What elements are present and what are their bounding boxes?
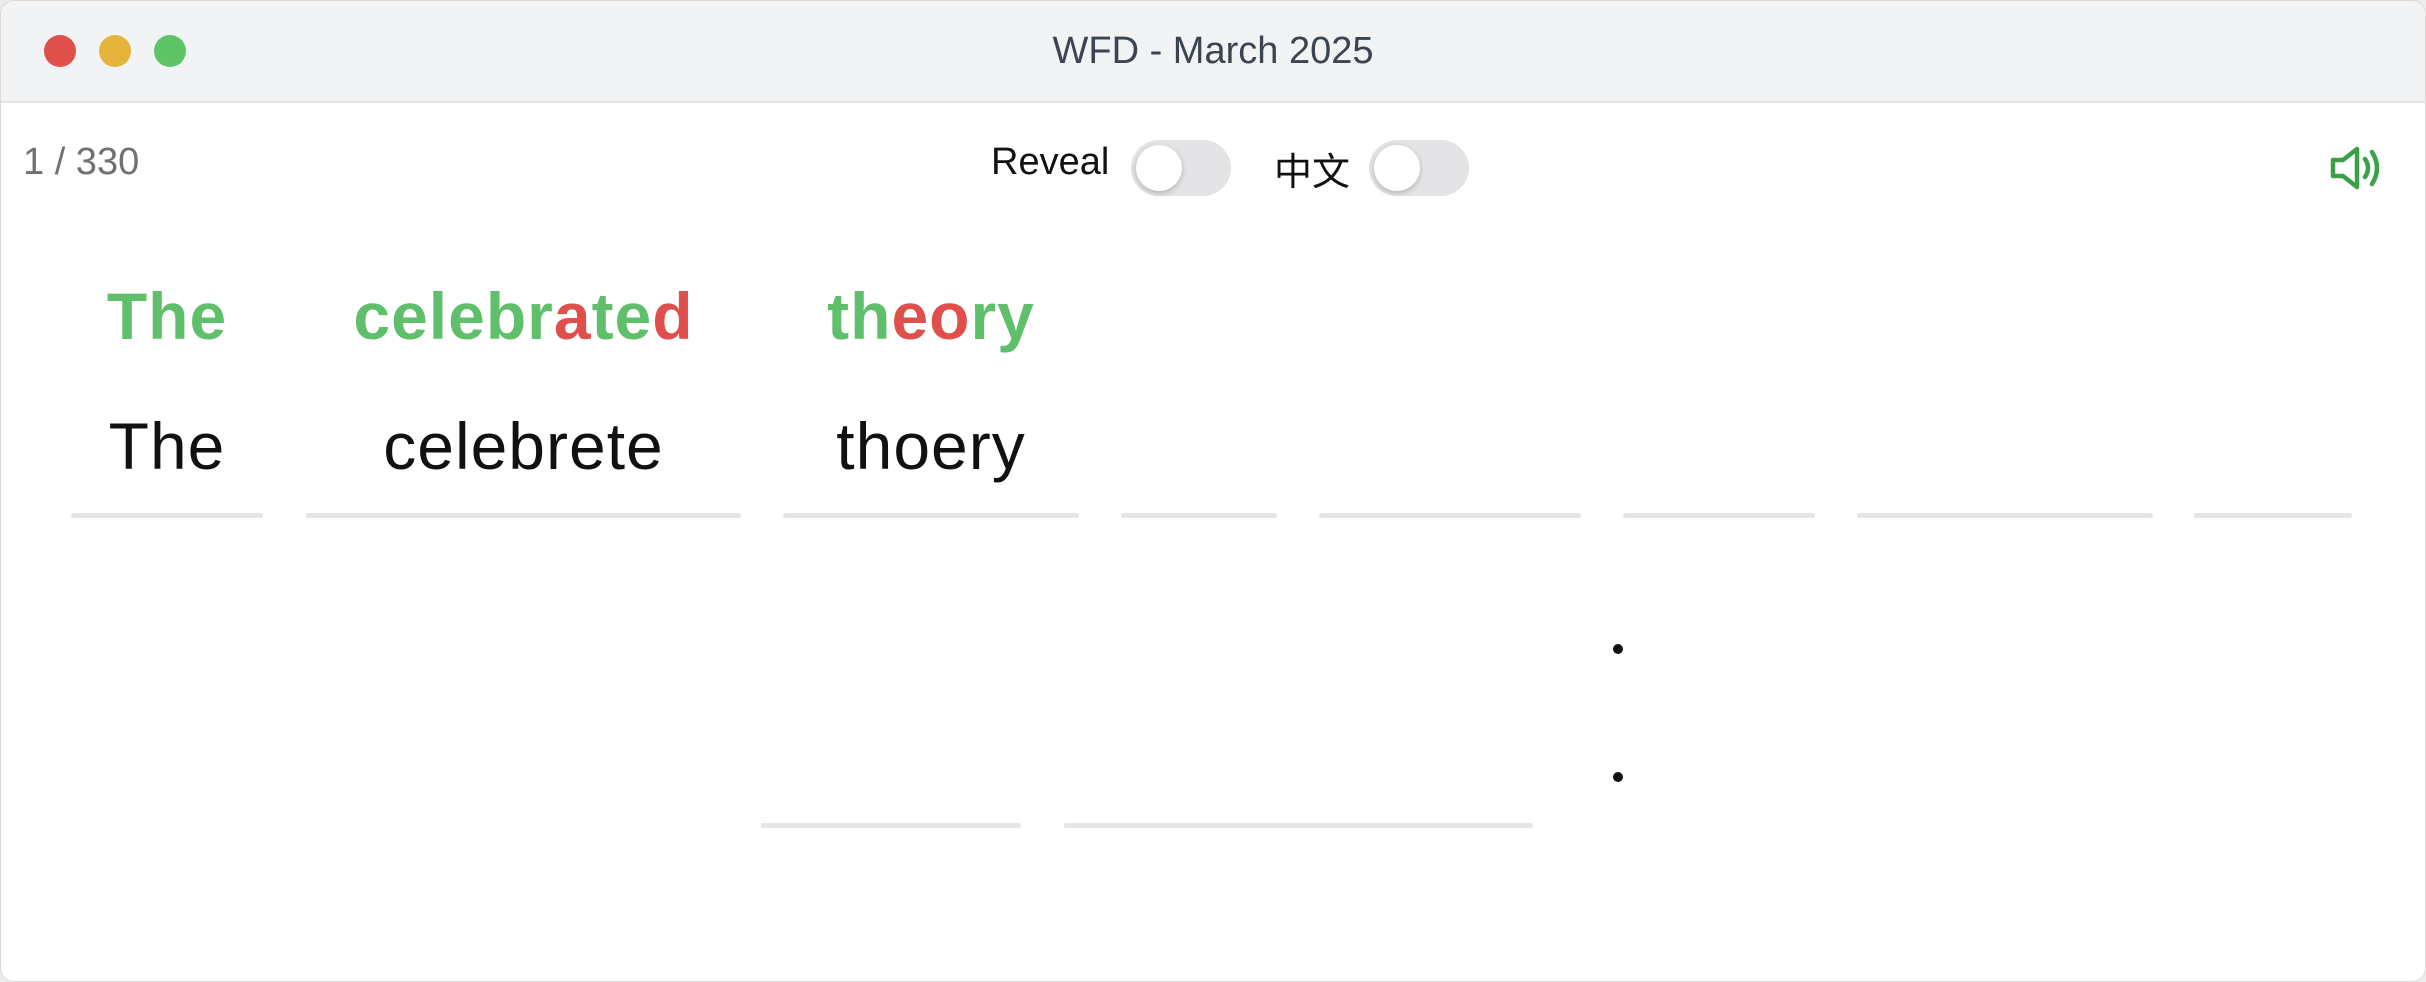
chinese-toggle[interactable] (1369, 140, 1469, 196)
reveal-label: Reveal (991, 141, 1110, 183)
word-blank[interactable] (783, 513, 1079, 518)
word-blank[interactable] (1319, 513, 1581, 518)
correct-letters: The (106, 279, 228, 353)
word-blank[interactable] (2194, 513, 2352, 518)
error-letters: d (652, 279, 694, 353)
chinese-toggle-knob (1374, 145, 1420, 191)
typed-word[interactable]: celebrete (306, 401, 741, 491)
word-blank[interactable] (1064, 823, 1533, 828)
typed-word[interactable]: The (71, 401, 263, 491)
word-blank[interactable] (1857, 513, 2153, 518)
error-letters: a (553, 279, 592, 353)
correct-letters: th (827, 279, 892, 353)
window-title: WFD - March 2025 (1052, 30, 1374, 72)
error-letters: eo (891, 279, 971, 353)
correct-letters: celebr (353, 279, 554, 353)
app-window: WFD - March 2025 1 / 330 Reveal 中文 The c… (0, 0, 2426, 982)
progress-counter: 1 / 330 (23, 141, 140, 183)
typed-word[interactable]: thoery (783, 401, 1079, 491)
word-blank[interactable] (1623, 513, 1815, 518)
word-blank[interactable] (71, 513, 263, 518)
correct-word: celebrated (306, 271, 741, 361)
word-blank[interactable] (1121, 513, 1277, 518)
chinese-label: 中文 (1274, 152, 1351, 194)
sentence-period (1613, 772, 1623, 782)
title-bar: WFD - March 2025 (1, 1, 2425, 103)
word-blank[interactable] (306, 513, 741, 518)
correct-letters: te (591, 279, 653, 353)
correct-word: theory (783, 271, 1079, 361)
speaker-icon[interactable] (2327, 143, 2383, 193)
reveal-toggle-knob (1136, 145, 1182, 191)
sentence-period (1613, 644, 1623, 654)
reveal-toggle[interactable] (1131, 140, 1231, 196)
correct-word: The (71, 271, 263, 361)
correct-letters: ry (970, 279, 1035, 353)
word-blank[interactable] (761, 823, 1021, 828)
